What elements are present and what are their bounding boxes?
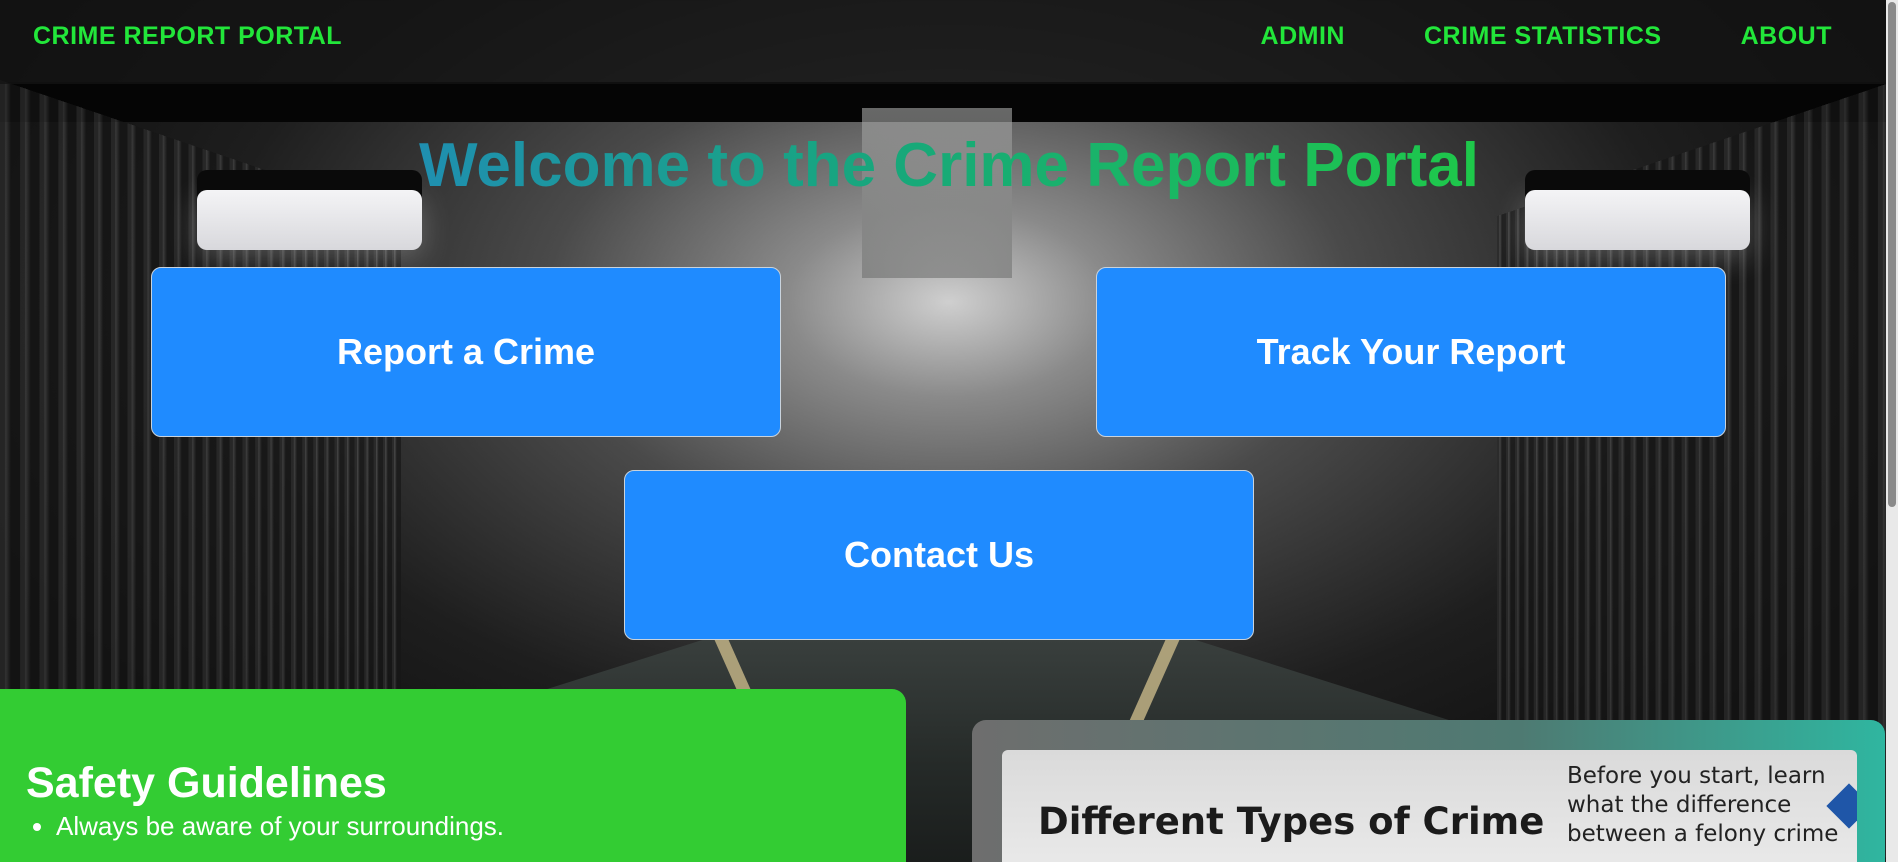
crime-types-infographic: Different Types of Crime Before you star… <box>1002 750 1857 862</box>
page-title-text: Welcome to the Crime Report Portal <box>419 131 1479 200</box>
track-report-button[interactable]: Track Your Report <box>1096 267 1726 437</box>
crime-types-card: Different Types of Crime Before you star… <box>972 720 1885 862</box>
infographic-title: Different Types of Crime <box>1038 800 1545 843</box>
nav-link-admin[interactable]: ADMIN <box>1261 22 1345 51</box>
report-crime-button[interactable]: Report a Crime <box>151 267 781 437</box>
page-title: Welcome to the Crime Report Portal <box>0 130 1898 201</box>
nav-link-crime-statistics[interactable]: CRIME STATISTICS <box>1424 22 1662 51</box>
safety-guidelines-heading: Safety Guidelines <box>26 759 387 807</box>
infographic-text: Before you start, learn what the differe… <box>1567 763 1839 847</box>
safety-guidelines-list: Always be aware of your surroundings. <box>32 811 504 842</box>
scrollbar-thumb[interactable] <box>1888 2 1896 507</box>
safety-guidelines-panel: Safety Guidelines Always be aware of you… <box>0 689 906 862</box>
page-scrollbar[interactable] <box>1886 0 1898 862</box>
ceiling-beam <box>0 82 1898 122</box>
contact-us-button[interactable]: Contact Us <box>624 470 1254 640</box>
nav-link-about[interactable]: ABOUT <box>1741 22 1832 51</box>
list-item: Always be aware of your surroundings. <box>56 811 504 842</box>
brand-link[interactable]: CRIME REPORT PORTAL <box>33 22 342 51</box>
top-navbar: CRIME REPORT PORTAL ADMIN CRIME STATISTI… <box>0 0 1898 84</box>
nav-links: ADMIN CRIME STATISTICS ABOUT <box>1261 22 1832 51</box>
